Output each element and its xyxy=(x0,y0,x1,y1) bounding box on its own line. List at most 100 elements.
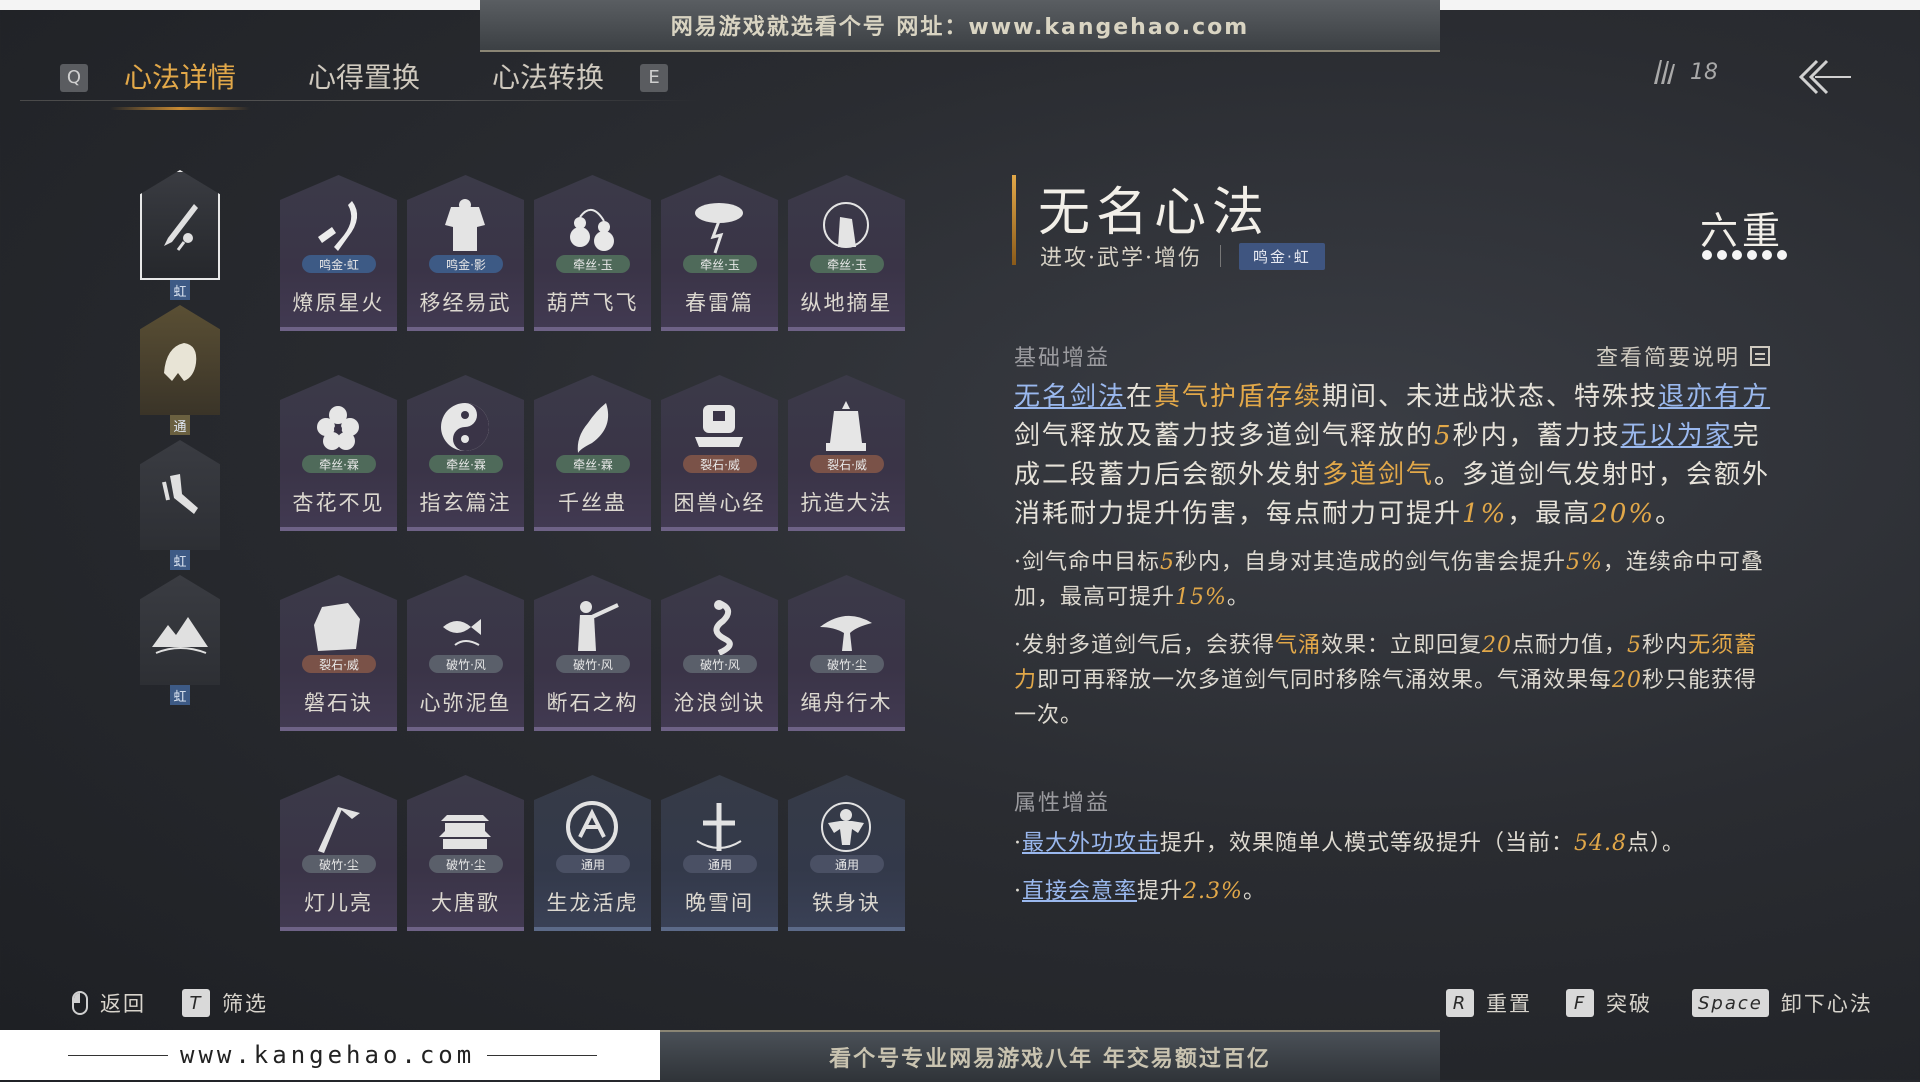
equipped-slot-1[interactable] xyxy=(140,170,220,280)
currency-count: 18 xyxy=(1690,59,1718,85)
card-bottom-edge xyxy=(534,927,651,931)
card-name: 困兽心经 xyxy=(673,491,766,515)
card-name: 晚雪间 xyxy=(685,891,754,915)
card-name: 抗造大法 xyxy=(800,491,893,515)
xinfa-card[interactable]: 裂石·威 磐石诀 xyxy=(280,575,397,731)
tab-xinfa-convert[interactable]: 心法转换 xyxy=(478,50,618,106)
breakthrough-action[interactable]: F 突破 xyxy=(1566,988,1652,1018)
card-tag: 牵丝·玉 xyxy=(810,255,884,273)
xinfa-card[interactable]: 牵丝·霖 指玄篇注 xyxy=(407,375,524,531)
filter-action[interactable]: T 筛选 xyxy=(182,988,268,1018)
feather-currency-icon xyxy=(1654,60,1675,84)
xinfa-card[interactable]: 破竹·尘 大唐歌 xyxy=(407,775,524,931)
card-bottom-edge xyxy=(280,927,397,931)
xinfa-card[interactable]: 裂石·威 抗造大法 xyxy=(788,375,905,531)
equipped-slot-3[interactable] xyxy=(140,440,220,550)
currency-display: 18 xyxy=(1650,58,1718,86)
card-name: 大唐歌 xyxy=(431,891,500,915)
card-name: 绳舟行木 xyxy=(800,691,893,715)
xinfa-card[interactable]: 裂石·威 困兽心经 xyxy=(661,375,778,531)
card-tag: 破竹·尘 xyxy=(810,655,884,673)
xinfa-card[interactable]: 通用 生龙活虎 xyxy=(534,775,651,931)
tab-xinde-swap[interactable]: 心得置换 xyxy=(294,50,434,106)
card-name: 磐石诀 xyxy=(304,691,373,715)
card-tag: 牵丝·玉 xyxy=(556,255,630,273)
xinfa-card[interactable]: 破竹·风 断石之构 xyxy=(534,575,651,731)
text-run: · xyxy=(1014,831,1022,856)
slot-4-badge: 虹 xyxy=(170,685,190,705)
fish-icon xyxy=(443,619,481,646)
text-run: 。 xyxy=(1226,585,1250,610)
back-arrow-button[interactable] xyxy=(1795,55,1855,99)
text-run: 。 xyxy=(1242,879,1266,904)
skill-link[interactable]: 无名剑法 xyxy=(1014,382,1126,412)
tab-bar: Q 心法详情 心得置换 心法转换 E xyxy=(60,55,669,110)
dragon-icon xyxy=(713,600,733,656)
xinfa-card[interactable]: 牵丝·玉 纵地摘星 xyxy=(788,175,905,331)
unequip-key: Space xyxy=(1692,989,1769,1017)
summary-label: 查看简要说明 xyxy=(1596,346,1741,371)
watermark-line xyxy=(487,1054,598,1056)
reset-label: 重置 xyxy=(1486,992,1532,1016)
xinfa-card[interactable]: 牵丝·玉 葫芦飞飞 xyxy=(534,175,651,331)
highlight-text: 5 xyxy=(1627,633,1643,658)
skill-link[interactable]: 退亦有方 xyxy=(1658,382,1770,412)
attr-gain-1: ·最大外功攻击提升，效果随单人模式等级提升（当前：54.8点）。 xyxy=(1014,825,1685,857)
highlight-text: 20 xyxy=(1612,668,1643,693)
bell-icon xyxy=(826,401,866,451)
xinfa-card[interactable]: 破竹·风 心弥泥鱼 xyxy=(407,575,524,731)
card-tag: 破竹·尘 xyxy=(302,855,376,873)
xinfa-card[interactable]: 破竹·尘 灯儿亮 xyxy=(280,775,397,931)
tab-next-key[interactable]: E xyxy=(640,63,669,92)
card-tag: 通用 xyxy=(810,855,884,873)
card-bottom-edge xyxy=(407,727,524,731)
skill-link[interactable]: 无以为家 xyxy=(1621,421,1733,451)
title-accent-bar xyxy=(1012,175,1016,265)
skill-link[interactable]: 最大外功攻击 xyxy=(1022,831,1160,856)
warrior-icon xyxy=(578,601,619,651)
skill-link[interactable]: 直接会意率 xyxy=(1022,879,1137,904)
double-chevron-left-icon xyxy=(1798,59,1851,95)
break-key: F xyxy=(1566,989,1594,1017)
xinfa-card[interactable]: 牵丝·霖 千丝蛊 xyxy=(534,375,651,531)
highlight-text: 20 xyxy=(1482,633,1513,658)
card-tag: 牵丝·玉 xyxy=(683,255,757,273)
reset-action[interactable]: R 重置 xyxy=(1446,988,1532,1018)
unequip-action[interactable]: Space 卸下心法 xyxy=(1692,988,1873,1018)
back-action[interactable]: 返回 xyxy=(72,988,146,1018)
xinfa-card[interactable]: 牵丝·霖 杏花不见 xyxy=(280,375,397,531)
text-run: ·剑气命中目标 xyxy=(1014,550,1160,575)
card-bottom-edge xyxy=(534,527,651,531)
sword-icon xyxy=(164,204,198,251)
xinfa-card[interactable]: 牵丝·玉 春雷篇 xyxy=(661,175,778,331)
tab-prev-key[interactable]: Q xyxy=(60,63,88,92)
xinfa-card[interactable]: 通用 晚雪间 xyxy=(661,775,778,931)
equipped-slot-4[interactable] xyxy=(140,575,220,685)
highlight-text: 5 xyxy=(1434,421,1453,451)
filter-key: T xyxy=(182,989,210,1017)
xinfa-card[interactable]: 通用 铁身诀 xyxy=(788,775,905,931)
card-tag: 通用 xyxy=(556,855,630,873)
equipped-slot-2[interactable] xyxy=(140,305,220,415)
rock-icon xyxy=(314,603,360,651)
card-bottom-edge xyxy=(661,927,778,931)
subtitle-divider xyxy=(1220,245,1221,267)
view-summary-button[interactable]: 查看简要说明 xyxy=(1596,340,1771,372)
xinfa-card[interactable]: 破竹·风 沧浪剑诀 xyxy=(661,575,778,731)
beast-trap-icon xyxy=(695,405,743,447)
unequip-label: 卸下心法 xyxy=(1780,992,1873,1016)
highlight-text: 20% xyxy=(1591,499,1656,529)
highlight-text: 多道剑气 xyxy=(1322,460,1435,490)
card-bottom-edge xyxy=(788,527,905,531)
tiger-seal-icon xyxy=(566,801,618,853)
card-bottom-edge xyxy=(661,327,778,331)
xinfa-card[interactable]: 鸣金·虹 燎原星火 xyxy=(280,175,397,331)
level-dot xyxy=(1702,250,1712,260)
tab-xinfa-detail[interactable]: 心法详情 xyxy=(110,50,251,110)
highlight-text: 气涌 xyxy=(1275,633,1322,658)
xinfa-card[interactable]: 鸣金·影 移经易武 xyxy=(407,175,524,331)
xinfa-card[interactable]: 破竹·尘 绳舟行木 xyxy=(788,575,905,731)
highlight-text: 5% xyxy=(1566,550,1603,575)
filter-label: 筛选 xyxy=(222,992,268,1016)
list-icon xyxy=(1750,346,1771,366)
